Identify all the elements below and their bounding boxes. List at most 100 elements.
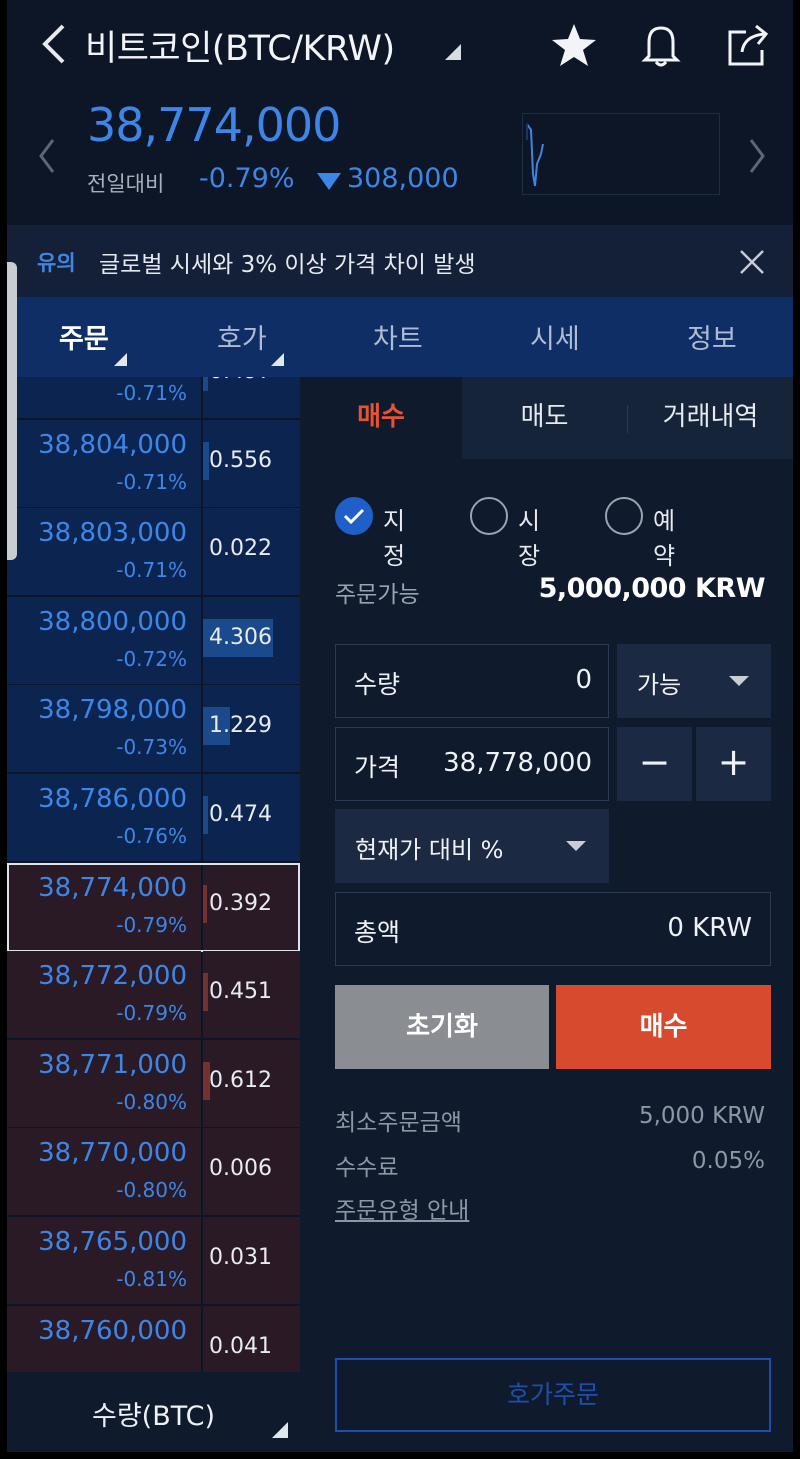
orderbook[interactable]: 38,805,000-0.71% 0.497 38,804,000 -0.71% 0.5… — [7, 377, 300, 1372]
share-icon[interactable] — [724, 22, 772, 68]
back-icon[interactable] — [35, 22, 75, 66]
mini-chart-line — [526, 123, 544, 187]
star-icon[interactable] — [550, 22, 598, 68]
orderbook-qty-cell[interactable]: 0.022 — [203, 508, 300, 596]
orderbook-row[interactable]: 38,800,000 -0.72% 4.306 — [7, 596, 300, 684]
orderbook-price-cell[interactable]: 38,760,000 — [7, 1305, 201, 1372]
orderbook-qty: 0.031 — [209, 1245, 272, 1270]
orderbook-qty-cell[interactable]: 0.451 — [203, 951, 300, 1039]
orderbook-qty: 0.041 — [209, 1333, 272, 1359]
orderbook-row[interactable]: 38,804,000 -0.71% 0.556 — [7, 419, 300, 507]
order-type-guide-link[interactable]: 주문유형 안내 — [335, 1191, 469, 1225]
orderbook-qty: 0.474 — [209, 802, 272, 827]
current-price-highlight — [7, 862, 300, 952]
orderbook-price-cell[interactable]: 38,800,000 -0.72% — [7, 596, 201, 684]
orderbook-row[interactable]: 38,786,000 -0.76% 0.474 — [7, 774, 300, 861]
orderbook-qty-cell[interactable]: 0.556 — [203, 419, 300, 507]
scrollbar[interactable] — [7, 262, 17, 560]
orderbook-change: -0.73% — [116, 735, 187, 760]
orderbook-qty-cell[interactable]: 0.041 — [203, 1305, 300, 1372]
bell-icon[interactable] — [637, 22, 685, 68]
prev-arrow-icon[interactable] — [35, 136, 59, 176]
tab-order[interactable]: 주문 — [59, 317, 109, 356]
orderbook-row[interactable]: 38,765,000 -0.81% 0.031 — [7, 1217, 300, 1304]
tab-sell[interactable]: 매도 — [462, 377, 627, 459]
orderbook-price-cell[interactable]: 38,804,000 -0.71% — [7, 419, 201, 507]
chevron-down-icon — [729, 676, 749, 686]
pct-dropdown[interactable]: 현재가 대비 % — [335, 809, 609, 883]
orderbook-qty-cell[interactable]: 0.497 — [203, 377, 300, 418]
tab-quote[interactable]: 시세 — [530, 317, 580, 356]
qty-label: 수량 — [354, 670, 401, 699]
price-value[interactable]: 38,778,000 — [443, 748, 592, 778]
tab-buy[interactable]: 매수 — [300, 377, 462, 459]
total-input[interactable]: 총액 0 KRW — [335, 892, 771, 966]
orderbook-change: -0.81% — [116, 1267, 187, 1291]
order-type-reserve-label: 예약 — [653, 507, 676, 570]
orderbook-qty-cell[interactable]: 0.612 — [203, 1039, 300, 1127]
orderbook-footer[interactable]: 수량(BTC) — [7, 1372, 300, 1452]
qty-unit-label: 수량(BTC) — [92, 1401, 216, 1432]
orderbook-price-cell[interactable]: 38,770,000 -0.80% — [7, 1128, 201, 1216]
orderbook-row[interactable]: 38,803,000 -0.71% 0.022 — [7, 508, 300, 596]
orderbook-row[interactable]: 38,805,000-0.71% 0.497 — [7, 377, 300, 418]
change-amount: 308,000 — [347, 163, 459, 194]
close-icon[interactable] — [737, 247, 767, 277]
orderbook-qty: 1.229 — [209, 713, 272, 739]
orderbook-qty-cell[interactable]: 0.474 — [203, 774, 300, 861]
reset-button[interactable]: 초기화 — [335, 985, 549, 1069]
orderbook-row[interactable]: 38,772,000 -0.79% 0.451 — [7, 951, 300, 1039]
orderbook-price-cell[interactable]: 38,805,000-0.71% — [7, 377, 201, 418]
orderbook-row[interactable]: 38,760,000 0.041 — [7, 1305, 300, 1372]
price-input[interactable]: 가격 38,778,000 — [335, 727, 609, 801]
qty-value[interactable]: 0 — [575, 665, 592, 695]
orderbook-price-cell[interactable]: 38,772,000 -0.79% — [7, 951, 201, 1039]
current-price: 38,774,000 — [87, 98, 341, 152]
orderbook-change: -0.71% — [116, 469, 187, 494]
orderbook-row[interactable]: 38,770,000 -0.80% 0.006 — [7, 1128, 300, 1216]
price-minus-button[interactable]: − — [617, 727, 692, 801]
tab-hoga[interactable]: 호가 — [217, 317, 267, 356]
notice-text: 글로벌 시세와 3% 이상 가격 차이 발생 — [99, 252, 476, 278]
price-plus-button[interactable]: + — [696, 727, 771, 801]
order-type-limit-label: 지정 — [383, 507, 406, 570]
orderbook-price-cell[interactable]: 38,798,000 -0.73% — [7, 685, 201, 773]
orderbook-price-cell[interactable]: 38,786,000 -0.76% — [7, 774, 201, 861]
orderbook-change: -0.76% — [116, 824, 187, 848]
orderbook-change: -0.80% — [116, 1178, 187, 1203]
total-value[interactable]: 0 KRW — [667, 913, 752, 943]
orderbook-qty-cell[interactable]: 0.031 — [203, 1217, 300, 1304]
qty-input[interactable]: 수량 0 — [335, 644, 609, 718]
radio-unchecked-icon[interactable] — [605, 497, 643, 535]
orderbook-row[interactable]: 38,798,000 -0.73% 1.229 — [7, 685, 300, 773]
mini-chart[interactable] — [522, 113, 720, 195]
title-dropdown-icon[interactable] — [445, 44, 461, 60]
orderbook-depth-bar — [203, 796, 208, 834]
next-arrow-icon[interactable] — [745, 136, 769, 176]
orderbook-qty: 4.306 — [209, 624, 272, 650]
orderbook-row[interactable]: 38,771,000 -0.80% 0.612 — [7, 1039, 300, 1127]
qty-mode-dropdown[interactable]: 가능 — [617, 644, 771, 718]
orderbook-qty-cell[interactable]: 1.229 — [203, 685, 300, 773]
tab-history[interactable]: 거래내역 — [628, 377, 793, 459]
tab-hoga-caret-icon — [271, 353, 284, 366]
orderbook-price-cell[interactable]: 38,765,000 -0.81% — [7, 1217, 201, 1304]
orderbook-price: 38,770,000 — [38, 1138, 187, 1169]
hoga-order-button[interactable]: 호가주문 — [335, 1358, 771, 1432]
orderbook-price: 38,803,000 — [38, 518, 187, 549]
radio-checked-icon[interactable] — [335, 497, 373, 535]
orderbook-qty-cell[interactable]: 4.306 — [203, 596, 300, 684]
orderbook-qty-cell[interactable]: 0.006 — [203, 1128, 300, 1216]
qty-mode-label: 가능 — [637, 671, 682, 699]
tab-chart[interactable]: 차트 — [373, 317, 423, 356]
orderbook-price-cell[interactable]: 38,771,000 -0.80% — [7, 1039, 201, 1127]
radio-unchecked-icon[interactable] — [470, 497, 508, 535]
notice-banner: 유의 글로벌 시세와 3% 이상 가격 차이 발생 — [7, 225, 793, 297]
available-value: 5,000,000 KRW — [538, 573, 766, 604]
order-panel: 매수 매도 거래내역 지정 시장 예약 주문가능 5,000,000 KRW 수… — [300, 377, 793, 1452]
orderbook-row[interactable]: 38,774,000 -0.79% 0.392 — [7, 862, 300, 952]
buy-button[interactable]: 매수 — [556, 985, 771, 1069]
market-title[interactable]: 비트코인(BTC/KRW) — [85, 20, 395, 71]
tab-info[interactable]: 정보 — [687, 317, 737, 356]
orderbook-price-cell[interactable]: 38,803,000 -0.71% — [7, 508, 201, 596]
